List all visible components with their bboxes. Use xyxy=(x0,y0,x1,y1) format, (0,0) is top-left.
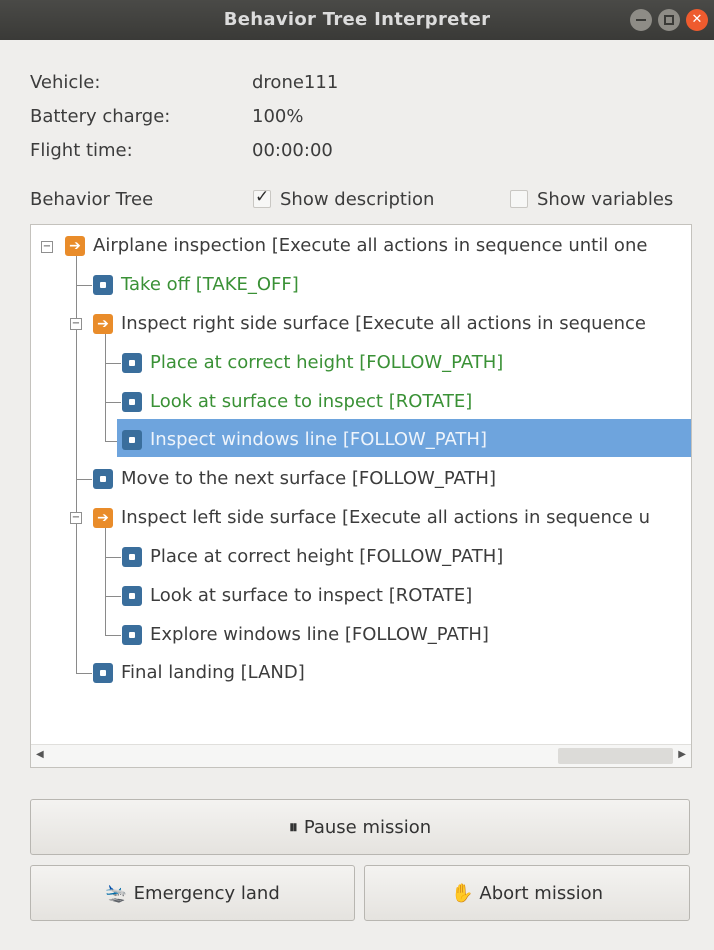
tree-node-label: Move to the next surface [FOLLOW_PATH] xyxy=(121,468,496,489)
tree-node-label: Look at surface to inspect [ROTATE] xyxy=(150,585,473,606)
tree-line xyxy=(105,557,121,558)
collapse-toggle-icon[interactable]: − xyxy=(41,241,53,253)
action-icon xyxy=(93,275,113,295)
tree-line xyxy=(105,402,121,403)
scroll-left-icon[interactable]: ◀ xyxy=(36,749,44,760)
tree-node-action[interactable]: Look at surface to inspect [ROTATE] xyxy=(122,580,472,612)
tree-node-action[interactable]: Final landing [LAND] xyxy=(93,657,305,689)
sequence-arrow-icon: ➔ xyxy=(93,314,113,334)
tree-node-label: Inspect windows line [FOLLOW_PATH] xyxy=(150,429,487,450)
behavior-tree-view[interactable]: − − − ➔ Airplane inspection [Execute all … xyxy=(30,224,692,768)
tree-node-action[interactable]: Explore windows line [FOLLOW_PATH] xyxy=(122,619,489,651)
show-variables-checkbox[interactable] xyxy=(510,190,528,208)
landing-plane-icon: 🛬 xyxy=(105,883,128,904)
tree-line xyxy=(76,479,92,480)
battery-value: 100% xyxy=(252,106,304,127)
tree-node-action[interactable]: Look at surface to inspect [ROTATE] xyxy=(122,386,472,418)
tree-node-label: Place at correct height [FOLLOW_PATH] xyxy=(150,546,504,567)
tree-node-label: Final landing [LAND] xyxy=(121,662,305,683)
scrollbar-thumb[interactable] xyxy=(558,748,673,764)
close-icon[interactable]: ✕ xyxy=(686,9,708,31)
pause-mission-label: Pause mission xyxy=(303,817,432,838)
tree-node-label: Take off [TAKE_OFF] xyxy=(121,274,299,295)
abort-mission-button[interactable]: ✋ Abort mission xyxy=(364,865,690,921)
tree-line xyxy=(105,441,117,442)
show-description-checkbox[interactable] xyxy=(253,187,271,208)
minimize-icon[interactable] xyxy=(630,9,652,31)
tree-node-action[interactable]: Take off [TAKE_OFF] xyxy=(93,269,299,301)
flight-time-value: 00:00:00 xyxy=(252,140,333,161)
tree-line xyxy=(105,596,121,597)
action-icon xyxy=(122,547,142,567)
action-icon xyxy=(93,469,113,489)
abort-mission-label: Abort mission xyxy=(479,883,604,904)
pause-icon: ⏸ xyxy=(288,817,298,838)
show-description-label[interactable]: Show description xyxy=(280,189,434,210)
tree-node-label: Place at correct height [FOLLOW_PATH] xyxy=(150,352,504,373)
tree-node-label: Inspect right side surface [Execute all … xyxy=(121,313,646,334)
tree-line xyxy=(76,673,92,674)
tree-node-label: Look at surface to inspect [ROTATE] xyxy=(150,391,473,412)
tree-line xyxy=(76,285,92,286)
hand-stop-icon: ✋ xyxy=(450,883,474,904)
tree-node-sequence[interactable]: ➔ Inspect right side surface [Execute all… xyxy=(93,308,646,340)
sequence-arrow-icon: ➔ xyxy=(65,236,85,256)
emergency-land-label: Emergency land xyxy=(133,883,280,904)
tree-line xyxy=(76,253,77,673)
horizontal-scrollbar[interactable]: ◀ ▶ xyxy=(31,744,691,767)
action-icon xyxy=(93,663,113,683)
tree-node-action-selected[interactable]: Inspect windows line [FOLLOW_PATH] xyxy=(122,424,487,456)
tree-node-sequence[interactable]: ➔ Airplane inspection [Execute all action… xyxy=(65,230,647,262)
tree-node-action[interactable]: Place at correct height [FOLLOW_PATH] xyxy=(122,541,503,573)
tree-node-sequence[interactable]: ➔ Inspect left side surface [Execute all … xyxy=(93,502,650,534)
vehicle-value: drone111 xyxy=(252,72,339,93)
action-icon xyxy=(122,353,142,373)
collapse-toggle-icon[interactable]: − xyxy=(70,318,82,330)
battery-label: Battery charge: xyxy=(30,106,171,127)
action-icon xyxy=(122,430,142,450)
emergency-land-button[interactable]: 🛬 Emergency land xyxy=(30,865,355,921)
collapse-toggle-icon[interactable]: − xyxy=(70,512,82,524)
sequence-arrow-icon: ➔ xyxy=(93,508,113,528)
action-icon xyxy=(122,625,142,645)
tree-line xyxy=(105,635,121,636)
pause-mission-button[interactable]: ⏸ Pause mission xyxy=(30,799,690,855)
vehicle-label: Vehicle: xyxy=(30,72,101,93)
tree-node-label: Explore windows line [FOLLOW_PATH] xyxy=(150,624,489,645)
show-variables-label[interactable]: Show variables xyxy=(537,189,673,210)
window-title: Behavior Tree Interpreter xyxy=(223,9,491,30)
tree-node-label: Airplane inspection [Execute all actions… xyxy=(93,235,648,256)
tree-line xyxy=(105,527,106,635)
flight-time-label: Flight time: xyxy=(30,140,133,161)
behavior-tree-label: Behavior Tree xyxy=(30,189,154,210)
tree-node-action[interactable]: Place at correct height [FOLLOW_PATH] xyxy=(122,347,503,379)
action-icon xyxy=(122,586,142,606)
window-titlebar: Behavior Tree Interpreter xyxy=(0,0,714,40)
tree-node-action[interactable]: Move to the next surface [FOLLOW_PATH] xyxy=(93,463,496,495)
action-icon xyxy=(122,392,142,412)
tree-node-label: Inspect left side surface [Execute all a… xyxy=(121,507,650,528)
scroll-right-icon[interactable]: ▶ xyxy=(678,749,686,760)
tree-line xyxy=(105,333,106,441)
tree-line xyxy=(105,363,121,364)
maximize-icon[interactable] xyxy=(658,9,680,31)
